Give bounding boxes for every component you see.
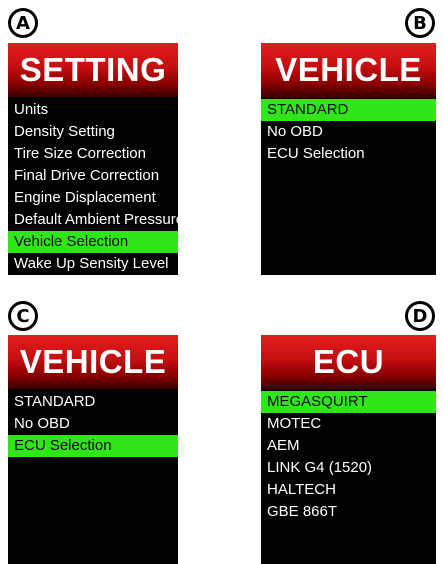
screen-title: ECU [261, 335, 436, 389]
menu-item-wake-up-sensitivity-level[interactable]: Wake Up Sensity Level [8, 253, 178, 275]
ecu-menu: MEGASQUIRT MOTEC AEM LINK G4 (1520) HALT… [261, 389, 436, 523]
menu-item-density-setting[interactable]: Density Setting [8, 121, 178, 143]
menu-item-aem[interactable]: AEM [261, 435, 436, 457]
panel-b-badge: B [405, 8, 435, 38]
menu-item-ecu-selection[interactable]: ECU Selection [8, 435, 178, 457]
menu-item-default-ambient-pressure[interactable]: Default Ambient Pressure [8, 209, 178, 231]
menu-item-engine-displacement[interactable]: Engine Displacement [8, 187, 178, 209]
menu-item-no-obd[interactable]: No OBD [8, 413, 178, 435]
menu-item-megasquirt[interactable]: MEGASQUIRT [261, 391, 436, 413]
vehicle-menu: STANDARD No OBD ECU Selection [261, 97, 436, 165]
panel-c-badge: C [8, 301, 38, 331]
menu-item-haltech[interactable]: HALTECH [261, 479, 436, 501]
screen-title: VEHICLE [261, 43, 436, 97]
vehicle-screen-c: VEHICLE STANDARD No OBD ECU Selection [8, 335, 178, 564]
vehicle-menu: STANDARD No OBD ECU Selection [8, 389, 178, 457]
menu-item-vehicle-selection[interactable]: Vehicle Selection [8, 231, 178, 253]
screen-title: VEHICLE [8, 335, 178, 389]
menu-item-final-drive-correction[interactable]: Final Drive Correction [8, 165, 178, 187]
screen-title: SETTING [8, 43, 178, 97]
settings-screen: SETTING Units Density Setting Tire Size … [8, 43, 178, 275]
vehicle-screen-b: VEHICLE STANDARD No OBD ECU Selection [261, 43, 436, 275]
panel-d-badge: D [405, 301, 435, 331]
menu-item-tire-size-correction[interactable]: Tire Size Correction [8, 143, 178, 165]
menu-item-standard[interactable]: STANDARD [261, 99, 436, 121]
menu-item-motec[interactable]: MOTEC [261, 413, 436, 435]
menu-item-link-g4[interactable]: LINK G4 (1520) [261, 457, 436, 479]
menu-item-gbe-866t[interactable]: GBE 866T [261, 501, 436, 523]
menu-item-standard[interactable]: STANDARD [8, 391, 178, 413]
menu-item-units[interactable]: Units [8, 99, 178, 121]
menu-item-ecu-selection[interactable]: ECU Selection [261, 143, 436, 165]
settings-menu: Units Density Setting Tire Size Correcti… [8, 97, 178, 275]
menu-item-no-obd[interactable]: No OBD [261, 121, 436, 143]
panel-a-badge: A [8, 8, 38, 38]
ecu-screen: ECU MEGASQUIRT MOTEC AEM LINK G4 (1520) … [261, 335, 436, 564]
